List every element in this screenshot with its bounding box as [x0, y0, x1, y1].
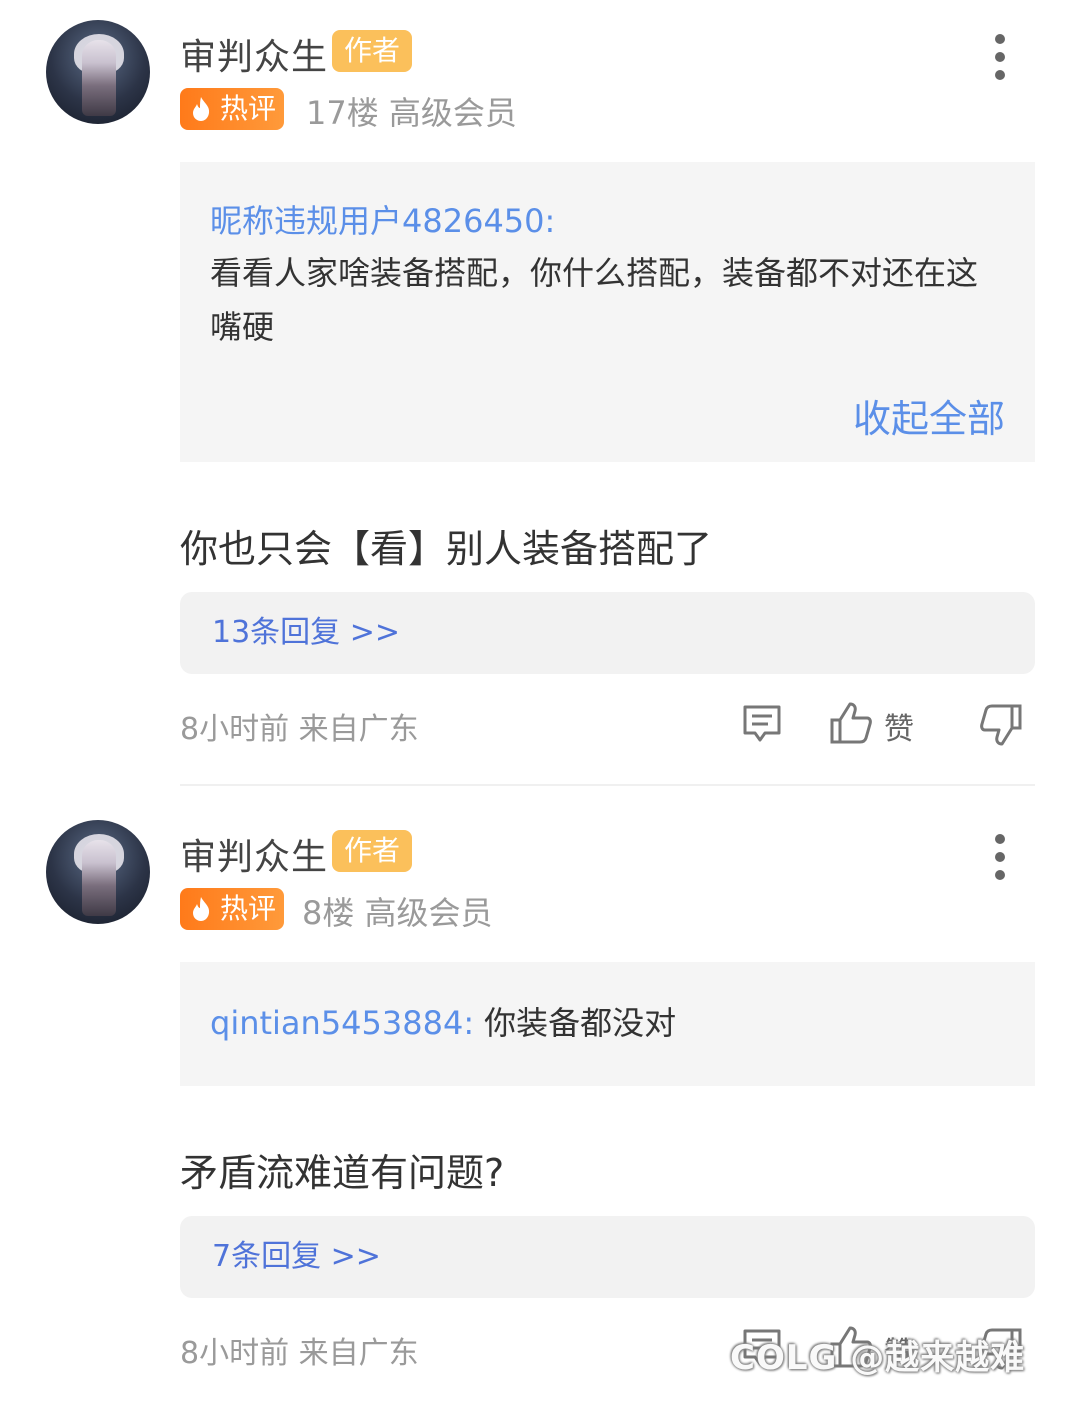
hot-badge-label: 热评 — [220, 892, 277, 925]
time-location: 8小时前 来自广东 — [180, 712, 419, 747]
watermark: COLG @越来越难 — [730, 1338, 1026, 1378]
quoted-text: 你装备都没对 — [484, 1004, 677, 1042]
avatar-figure — [82, 840, 116, 916]
floor-level: 8楼 高级会员 — [302, 894, 493, 932]
quoted-username[interactable]: qintian5453884: — [210, 1004, 474, 1042]
flame-icon — [193, 97, 210, 121]
author-badge: 作者 — [332, 30, 412, 72]
replies-button[interactable]: 7条回复 >> — [180, 1216, 1035, 1298]
hot-badge: 热评 — [180, 88, 284, 130]
username[interactable]: 审判众生 — [180, 28, 328, 80]
reply-icon[interactable] — [740, 702, 784, 746]
time-location: 8小时前 来自广东 — [180, 1336, 419, 1371]
more-options-icon[interactable] — [990, 834, 1010, 884]
replies-button[interactable]: 13条回复 >> — [180, 592, 1035, 674]
username[interactable]: 审判众生 — [180, 828, 328, 880]
more-options-icon[interactable] — [990, 34, 1010, 84]
quoted-text: 看看人家啥装备搭配，你什么搭配，装备都不对还在这嘴硬 — [210, 254, 979, 346]
flame-icon — [193, 897, 210, 921]
avatar[interactable] — [46, 820, 150, 924]
quoted-comment[interactable]: 昵称违规用户4826450: 看看人家啥装备搭配，你什么搭配，装备都不对还在这嘴… — [180, 162, 1035, 462]
quoted-comment[interactable]: qintian5453884: 你装备都没对 — [180, 962, 1035, 1086]
author-badge: 作者 — [332, 830, 412, 872]
comment-body: 你也只会【看】别人装备搭配了 — [180, 527, 713, 571]
like-label[interactable]: 赞 — [884, 704, 914, 748]
floor-level: 17楼 高级会员 — [306, 94, 517, 132]
hot-badge: 热评 — [180, 888, 284, 930]
thumbs-down-icon[interactable] — [978, 702, 1024, 748]
quoted-username[interactable]: 昵称违规用户4826450: — [210, 196, 1005, 242]
avatar[interactable] — [46, 20, 150, 124]
hot-badge-label: 热评 — [220, 92, 277, 125]
avatar-figure — [82, 40, 116, 116]
thumbs-up-icon[interactable] — [828, 700, 874, 746]
collapse-all-link[interactable]: 收起全部 — [853, 388, 1005, 443]
divider — [180, 784, 1035, 786]
comment-body: 矛盾流难道有问题? — [180, 1151, 505, 1195]
